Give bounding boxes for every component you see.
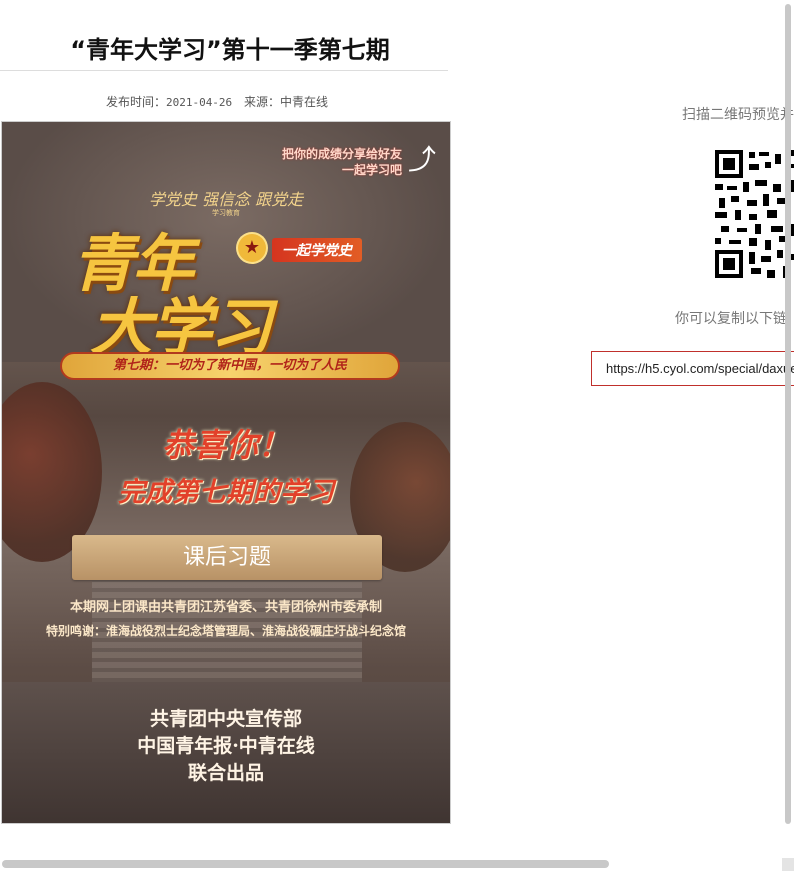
vertical-scrollbar[interactable] — [785, 4, 791, 824]
campaign-slogan: 学党史 强信念 跟党走 — [148, 190, 304, 209]
campaign-slogan-sub: 学习教育 — [212, 209, 240, 217]
share-line1: 把你的成绩分享给好友 — [281, 147, 402, 161]
share-prompt[interactable]: 把你的成绩分享给好友 一起学习吧 — [282, 146, 402, 178]
footer-line-1: 共青团中央宣传部 — [149, 708, 302, 730]
star-icon: ★ — [238, 234, 266, 262]
source-info: 来源：中青在线 — [244, 95, 328, 109]
credit-producer: 本期网上团课由共青团江苏省委、共青团徐州市委承制 — [69, 600, 382, 615]
main-title-line2: 大学习 — [90, 291, 272, 364]
footer-line-3: 联合出品 — [187, 762, 264, 784]
article-title: “青年大学习”第十一季第七期 — [70, 36, 390, 64]
title-divider — [0, 70, 448, 71]
source-label: 来源： — [244, 95, 281, 109]
credit-thanks: 特别鸣谢：淮海战役烈士纪念塔管理局、淮海战役碾庄圩战斗纪念馆 — [45, 624, 406, 638]
source-name: 中青在线 — [280, 95, 329, 109]
copy-link-hint: 你可以复制以下链 — [675, 311, 787, 327]
lesson-poster: 把你的成绩分享给好友 一起学习吧 ⤴ 学党史 强信念 跟党走 学习教育 青年 大… — [1, 121, 451, 824]
qr-hint: 扫描二维码预览并 — [682, 107, 794, 123]
scrollbar-corner — [782, 858, 794, 871]
congrats-text: 恭喜你！ — [161, 426, 290, 464]
share-url-field[interactable] — [591, 351, 794, 386]
completed-text: 完成第七期的学习 — [118, 477, 334, 508]
publish-label: 发布时间： — [105, 95, 166, 109]
episode-banner: 第七期：一切为了新中国，一切为了人民 — [60, 352, 400, 380]
publish-info: 发布时间：2021-04-26 — [106, 95, 232, 109]
footer-line-2: 中国青年报·中青在线 — [137, 735, 315, 757]
qr-code-icon — [715, 150, 794, 278]
exercise-button[interactable]: 课后习题 — [72, 535, 382, 580]
share-arrow-icon[interactable]: ⤴ — [408, 146, 436, 174]
publish-date: 2021-04-26 — [165, 96, 233, 109]
main-title-sub: 一起学党史 — [272, 238, 362, 262]
share-line2: 一起学习吧 — [341, 163, 402, 177]
horizontal-scrollbar[interactable] — [2, 860, 609, 868]
article-meta: 发布时间：2021-04-26 来源：中青在线 — [0, 93, 434, 110]
